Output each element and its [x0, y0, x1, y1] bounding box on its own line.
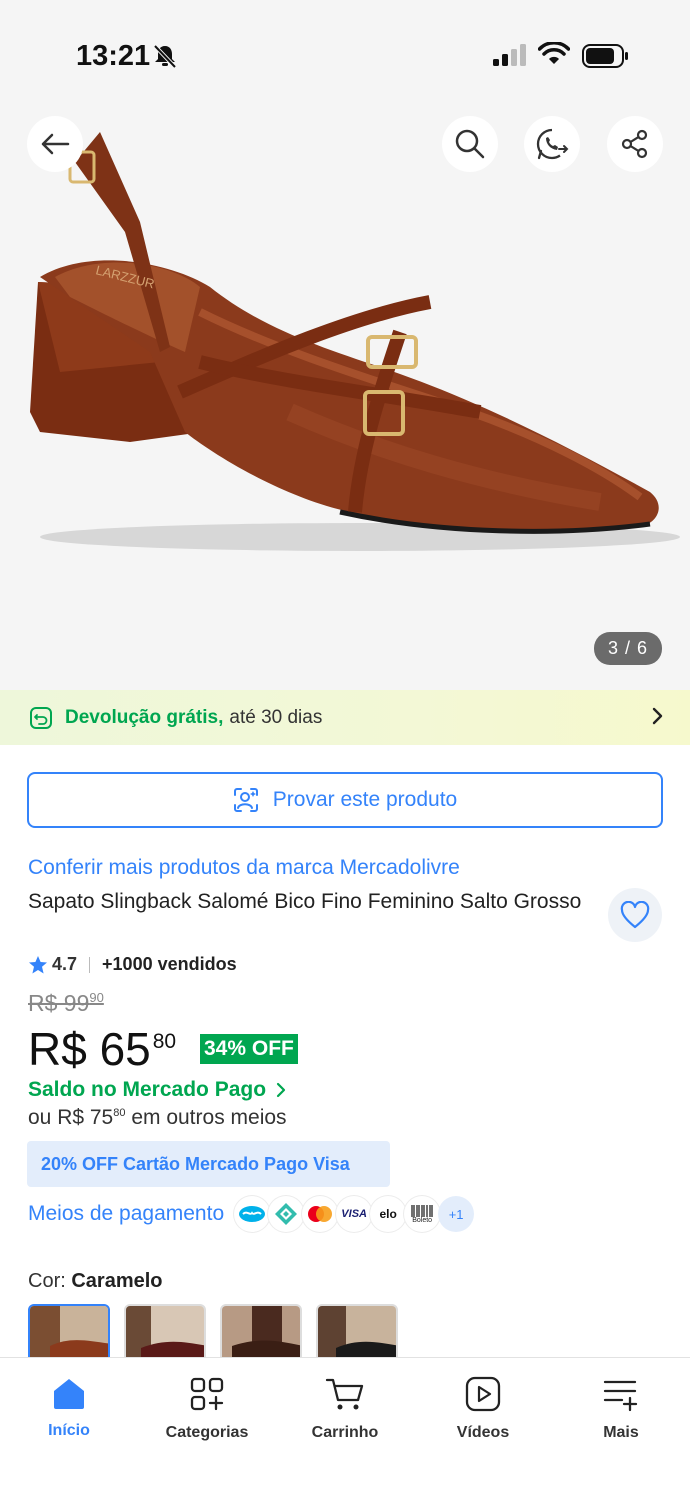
color-value: Caramelo — [71, 1270, 163, 1292]
try-product-button[interactable]: Provar este produto — [27, 772, 663, 828]
nav-item-videos[interactable]: Vídeos — [414, 1358, 552, 1500]
nav-item-categorias[interactable]: Categorias — [138, 1358, 276, 1500]
mercado-pago-logo-icon — [234, 1196, 271, 1232]
mastercard-logo-icon — [302, 1196, 339, 1232]
other-price-prefix: ou R$ 75 — [28, 1106, 114, 1129]
elo-logo-icon: elo — [370, 1196, 407, 1232]
brand-link[interactable]: Conferir mais produtos da marca Mercadol… — [28, 856, 460, 880]
chevron-right-icon — [652, 707, 663, 725]
heart-icon — [620, 901, 650, 929]
other-payment-price: ou R$ 7580 em outros meios — [28, 1106, 287, 1130]
image-counter: 3 / 6 — [593, 632, 662, 665]
sold-count: +1000 vendidos — [102, 954, 237, 974]
nav-label-mais: Mais — [603, 1424, 639, 1441]
share-button[interactable] — [607, 116, 663, 172]
color-swatch-4[interactable] — [316, 1304, 398, 1364]
cellular-signal-icon — [493, 44, 526, 66]
old-price-cents: 90 — [89, 990, 104, 1005]
returns-text: até 30 dias — [229, 706, 323, 728]
color-swatch-3[interactable] — [220, 1304, 302, 1364]
rating-value: 4.7 — [52, 954, 78, 974]
bottom-navigation: Início Categorias Carrinho Vídeos Mais — [0, 1357, 690, 1500]
boleto-text: Boleto — [412, 1216, 433, 1224]
payment-methods-link[interactable]: Meios de pagamento — [28, 1202, 224, 1226]
color-swatch-2[interactable] — [124, 1304, 206, 1364]
old-price: R$ 9990 — [28, 990, 104, 1017]
color-swatch-caramelo[interactable] — [28, 1304, 110, 1364]
rating-row[interactable]: 4.7 +1000 vendidos — [28, 954, 237, 975]
color-label: Cor: Caramelo — [28, 1270, 163, 1293]
nav-item-carrinho[interactable]: Carrinho — [276, 1358, 414, 1500]
home-icon — [54, 1379, 84, 1409]
free-returns-banner[interactable]: Devolução grátis, até 30 dias — [0, 690, 690, 745]
pix-logo-icon — [268, 1196, 305, 1232]
product-photo: LARZZUR — [30, 132, 680, 551]
product-image-carousel[interactable]: LARZZUR 3 / 6 — [0, 112, 690, 690]
rating-divider — [89, 956, 91, 973]
color-prefix: Cor: — [28, 1270, 66, 1292]
whatsapp-share-button[interactable] — [524, 116, 580, 172]
search-icon — [455, 129, 485, 159]
color-swatches — [28, 1304, 412, 1364]
video-play-icon — [465, 1376, 501, 1412]
card-promo-badge[interactable]: 20% OFF Cartão Mercado Pago Visa — [27, 1141, 390, 1187]
nav-item-inicio[interactable]: Início — [0, 1358, 138, 1500]
nav-label-inicio: Início — [48, 1422, 90, 1439]
favorite-button[interactable] — [608, 888, 662, 942]
star-icon — [29, 955, 47, 973]
more-menu-icon — [603, 1380, 638, 1412]
back-button[interactable] — [27, 116, 83, 172]
price-cents: 80 — [152, 1030, 177, 1053]
current-price: R$ 65 80 — [28, 1022, 176, 1076]
whatsapp-icon — [536, 128, 569, 160]
nav-label-carrinho: Carrinho — [311, 1424, 379, 1441]
status-time: 13:21 — [76, 40, 151, 72]
share-icon — [621, 129, 648, 159]
saldo-mercado-pago-link[interactable]: Saldo no Mercado Pago — [28, 1078, 286, 1102]
old-price-main: R$ 99 — [28, 990, 90, 1016]
return-icon — [30, 706, 52, 729]
wifi-icon — [538, 42, 570, 64]
nav-label-categorias: Categorias — [165, 1424, 249, 1441]
cart-icon — [325, 1378, 364, 1410]
try-product-label: Provar este produto — [272, 788, 458, 811]
payment-methods-row[interactable]: Meios de pagamento VISA elo Boleto +1 — [28, 1196, 475, 1232]
returns-strong-text: Devolução grátis, — [65, 706, 224, 728]
saldo-label: Saldo no Mercado Pago — [28, 1078, 267, 1101]
price-main: R$ 65 — [28, 1023, 151, 1075]
bell-muted-icon — [153, 44, 177, 69]
nav-item-mais[interactable]: Mais — [552, 1358, 690, 1500]
product-title: Sapato Slingback Salomé Bico Fino Femini… — [28, 890, 582, 913]
arrow-left-icon — [41, 133, 70, 155]
nav-label-videos: Vídeos — [456, 1424, 510, 1441]
search-button[interactable] — [442, 116, 498, 172]
status-bar: 13:21 — [0, 0, 690, 112]
chevron-right-icon — [276, 1082, 286, 1098]
other-price-suffix: em outros meios — [125, 1106, 287, 1129]
virtual-try-on-icon — [233, 788, 258, 812]
visa-logo-icon: VISA — [336, 1196, 373, 1232]
more-payment-methods[interactable]: +1 — [438, 1196, 475, 1232]
battery-icon — [582, 44, 628, 68]
categories-grid-icon — [190, 1377, 224, 1411]
boleto-logo-icon: Boleto — [404, 1196, 441, 1232]
other-price-cents: 80 — [113, 1107, 126, 1119]
discount-badge: 34% OFF — [200, 1034, 298, 1064]
elo-text: elo — [379, 1207, 397, 1221]
visa-text: VISA — [341, 1208, 367, 1220]
